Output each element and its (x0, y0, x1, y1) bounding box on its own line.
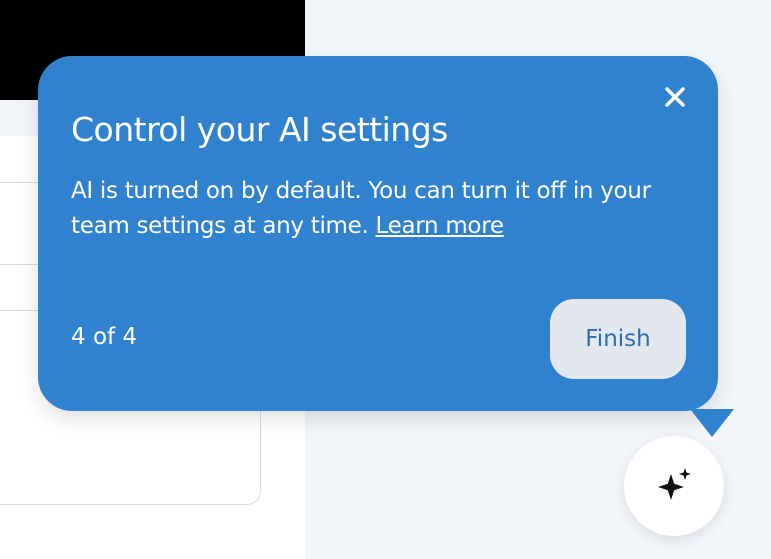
popover-body: AI is turned on by default. You can turn… (71, 174, 671, 244)
popover-title: Control your AI settings (71, 110, 448, 149)
ai-assistant-button[interactable] (624, 436, 724, 536)
onboarding-popover: Control your AI settings AI is turned on… (38, 56, 734, 437)
finish-button[interactable]: Finish (550, 299, 686, 379)
popover-pointer (690, 409, 734, 437)
sparkles-icon (658, 468, 691, 500)
step-counter: 4 of 4 (71, 324, 138, 350)
learn-more-link[interactable]: Learn more (376, 213, 504, 239)
popover-body-text: AI is turned on by default. You can turn… (71, 178, 651, 239)
close-button[interactable] (658, 80, 692, 114)
close-icon (665, 87, 685, 107)
